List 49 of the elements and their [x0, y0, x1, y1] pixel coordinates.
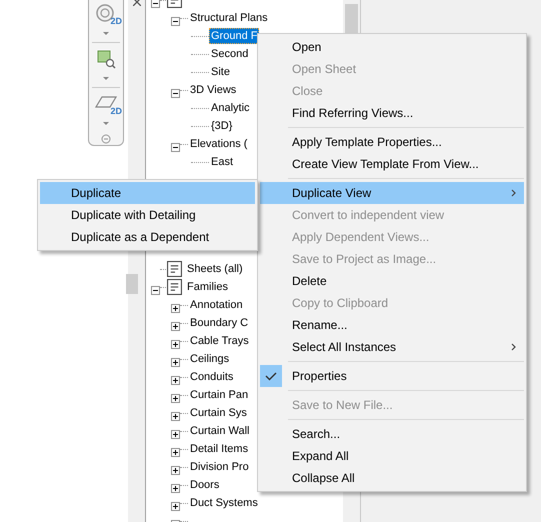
tree-item[interactable]: Boundary C [188, 315, 250, 331]
tree-item[interactable]: Cable Trays [188, 333, 251, 349]
tree-item[interactable]: Sheets (all) [185, 261, 245, 277]
tree-item[interactable]: Analytic [209, 100, 252, 116]
tree-item[interactable]: {3D} [209, 118, 234, 134]
tree-item[interactable]: Families [185, 279, 230, 295]
menu-item[interactable]: Expand All [260, 445, 524, 467]
tree-item[interactable]: Division Pro [188, 459, 251, 475]
menu-item[interactable]: Rename... [260, 314, 524, 336]
tree-item[interactable]: Structural Plans [188, 10, 270, 26]
minimize-icon [101, 134, 111, 144]
caret-icon [103, 32, 109, 35]
tree-item[interactable]: Conduits [188, 369, 236, 385]
menu-item[interactable]: Search... [260, 423, 524, 445]
tree-item[interactable]: Duct Systems [188, 495, 260, 511]
sheet-icon [167, 261, 182, 277]
caret-icon [103, 77, 109, 80]
menu-item[interactable]: Select All Instances [260, 336, 524, 358]
tree-item[interactable]: Second [209, 46, 250, 62]
tree-item[interactable]: Curtain Pan [188, 387, 250, 403]
tree-item[interactable]: Elevations ( [188, 136, 250, 152]
menu-item[interactable]: Duplicate as a Dependent [40, 226, 255, 248]
tree-item[interactable]: Doors [188, 477, 222, 493]
zoom-icon [95, 48, 117, 70]
tool-button[interactable]: 2D [90, 93, 122, 128]
menu-item[interactable]: Find Referring Views... [260, 102, 524, 124]
menu-item[interactable]: Duplicate [40, 182, 255, 204]
sheet-icon [167, 279, 182, 295]
menu-item[interactable]: Apply Template Properties... [260, 131, 524, 153]
menu-item[interactable]: Create View Template From View... [260, 153, 524, 175]
tree-item[interactable]: Ground F [209, 28, 260, 44]
tree-item[interactable]: Curtain Wall [188, 423, 252, 439]
tree-item[interactable]: Annotation [188, 297, 245, 313]
menu-item[interactable]: Duplicate View [260, 182, 524, 204]
tree-item[interactable]: 3D Views [188, 82, 238, 98]
tree-item[interactable]: East [209, 154, 236, 170]
scrollbar-thumb[interactable] [126, 274, 138, 294]
menu-item[interactable]: Collapse All [260, 467, 524, 489]
tree-item[interactable]: Detail Items [188, 441, 250, 457]
tree-item[interactable]: Curtain Sys [188, 405, 249, 421]
caret-icon [103, 122, 109, 125]
tree-item[interactable]: Site [209, 64, 232, 80]
menu-item[interactable]: Delete [260, 270, 524, 292]
menu-item[interactable]: Properties [260, 365, 524, 387]
tree-item[interactable]: Ceilings [188, 351, 232, 367]
menu-item[interactable]: Duplicate with Detailing [40, 204, 255, 226]
menu-item[interactable]: Open [260, 36, 524, 58]
close-icon[interactable] [132, 0, 140, 6]
tool-button[interactable]: 2D [90, 3, 122, 38]
